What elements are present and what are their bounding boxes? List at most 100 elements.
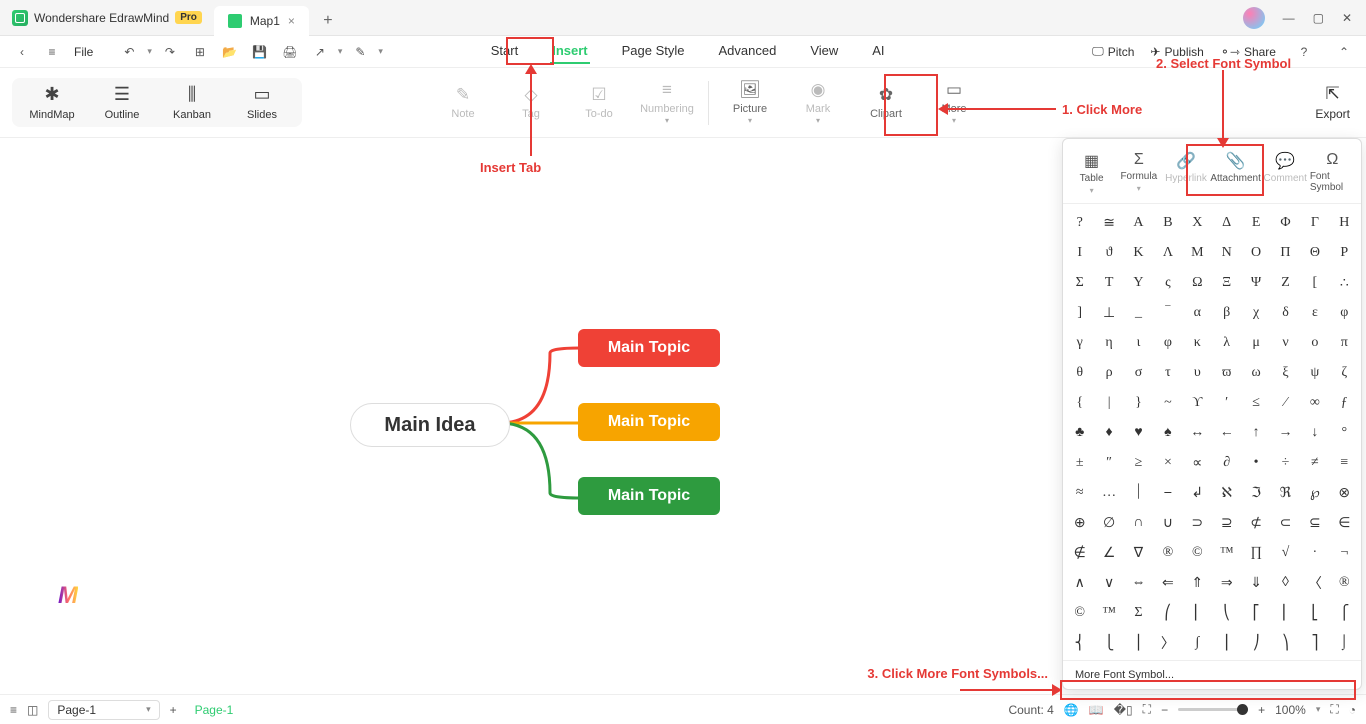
symbol-cell[interactable]: ® xyxy=(1153,538,1182,568)
symbol-cell[interactable]: ⊃ xyxy=(1183,508,1212,538)
symbol-cell[interactable]: ⎠ xyxy=(1241,628,1270,658)
symbol-cell[interactable]: α xyxy=(1183,298,1212,328)
symbol-cell[interactable]: Ι xyxy=(1065,238,1094,268)
symbol-cell[interactable]: Φ xyxy=(1271,208,1300,238)
symbol-cell[interactable]: ∫ xyxy=(1183,628,1212,658)
tab-view[interactable]: View xyxy=(808,39,840,64)
symbol-cell[interactable]: ∝ xyxy=(1183,448,1212,478)
mp-comment[interactable]: 💬Comment xyxy=(1263,147,1308,203)
page-selector[interactable]: Page-1▾ xyxy=(48,700,159,720)
symbol-cell[interactable]: φ xyxy=(1330,298,1359,328)
symbol-cell[interactable]: • xyxy=(1241,448,1270,478)
symbol-cell[interactable]: ζ xyxy=(1330,358,1359,388)
symbol-cell[interactable]: ♠ xyxy=(1153,418,1182,448)
zoom-in-icon[interactable]: + xyxy=(1258,703,1265,717)
tool-todo[interactable]: ☑To-do xyxy=(568,85,630,120)
symbol-cell[interactable]: ⎢ xyxy=(1271,598,1300,628)
symbol-cell[interactable]: ⎜ xyxy=(1183,598,1212,628)
help-icon[interactable]: ? xyxy=(1292,40,1316,64)
symbol-cell[interactable]: ÷ xyxy=(1271,448,1300,478)
symbol-cell[interactable]: · xyxy=(1300,538,1329,568)
symbol-cell[interactable]: ⎮ xyxy=(1212,628,1241,658)
symbol-cell[interactable]: ο xyxy=(1300,328,1329,358)
symbol-cell[interactable]: Α xyxy=(1124,208,1153,238)
export-q-icon[interactable]: ↗ xyxy=(308,40,332,64)
symbol-cell[interactable]: Κ xyxy=(1124,238,1153,268)
node-topic-2[interactable]: Main Topic xyxy=(578,403,720,441)
symbol-cell[interactable]: ⌡ xyxy=(1330,628,1359,658)
mp-font-symbol[interactable]: ΩFont Symbol xyxy=(1310,147,1355,203)
symbol-cell[interactable]: ν xyxy=(1271,328,1300,358)
menu-icon[interactable]: ≡ xyxy=(40,40,64,64)
symbol-cell[interactable]: Ω xyxy=(1183,268,1212,298)
symbol-cell[interactable]: ℑ xyxy=(1241,478,1270,508)
symbol-cell[interactable]: ? xyxy=(1065,208,1094,238)
symbol-cell[interactable]: Ξ xyxy=(1212,268,1241,298)
symbol-cell[interactable]: ♥ xyxy=(1124,418,1153,448)
open-icon[interactable]: 📂 xyxy=(218,40,242,64)
collapse-ribbon-icon[interactable]: ⌃ xyxy=(1332,40,1356,64)
zoom-out-icon[interactable]: − xyxy=(1161,703,1168,717)
symbol-cell[interactable]: Σ xyxy=(1124,598,1153,628)
symbol-cell[interactable]: κ xyxy=(1183,328,1212,358)
share-button[interactable]: ⚬⇾Share xyxy=(1220,45,1276,59)
symbol-cell[interactable]: ⇔ xyxy=(1124,568,1153,598)
symbol-cell[interactable]: ¬ xyxy=(1330,538,1359,568)
symbol-cell[interactable]: δ xyxy=(1271,298,1300,328)
symbol-cell[interactable]: ♦ xyxy=(1094,418,1123,448)
more-font-symbol-link[interactable]: More Font Symbol... xyxy=(1063,660,1361,689)
symbol-cell[interactable]: ⎤ xyxy=(1300,628,1329,658)
mp-table[interactable]: ▦Table xyxy=(1069,147,1114,203)
symbol-cell[interactable]: } xyxy=(1124,388,1153,418)
symbol-cell[interactable]: ∩ xyxy=(1124,508,1153,538)
view-outline[interactable]: ☰Outline xyxy=(96,84,148,121)
undo-icon[interactable]: ↶ xyxy=(117,40,141,64)
tab-start[interactable]: Start xyxy=(489,39,520,64)
symbol-cell[interactable]: ⎣ xyxy=(1300,598,1329,628)
symbol-cell[interactable]: ⊗ xyxy=(1330,478,1359,508)
symbol-cell[interactable]: ⊄ xyxy=(1241,508,1270,538)
symbol-cell[interactable]: σ xyxy=(1124,358,1153,388)
tool-numbering[interactable]: ≡Numbering xyxy=(636,80,698,125)
save-icon[interactable]: 💾 xyxy=(248,40,272,64)
tool-clipart[interactable]: ✿Clipart xyxy=(855,85,917,120)
symbol-cell[interactable]: Ο xyxy=(1241,238,1270,268)
view-fit-icon[interactable]: �▯ xyxy=(1114,703,1133,717)
symbol-cell[interactable]: τ xyxy=(1153,358,1182,388)
tool-more[interactable]: ▭More xyxy=(923,80,985,125)
symbol-cell[interactable]: ∏ xyxy=(1241,538,1270,568)
symbol-cell[interactable]: ⎝ xyxy=(1212,598,1241,628)
pitch-button[interactable]: 🖵Pitch xyxy=(1092,44,1134,59)
symbol-cell[interactable]: Γ xyxy=(1300,208,1329,238)
symbol-cell[interactable]: ~ xyxy=(1153,388,1182,418)
symbol-cell[interactable]: ϒ xyxy=(1183,388,1212,418)
mp-formula[interactable]: ΣFormula xyxy=(1116,147,1161,203)
symbol-cell[interactable]: ⎯ xyxy=(1153,478,1182,508)
symbol-cell[interactable]: ⊇ xyxy=(1212,508,1241,538)
symbol-cell[interactable]: ⊆ xyxy=(1300,508,1329,538)
fit-screen-icon[interactable]: ⛶ xyxy=(1143,702,1151,717)
symbol-cell[interactable]: Π xyxy=(1271,238,1300,268)
symbol-cell[interactable]: μ xyxy=(1241,328,1270,358)
print-icon[interactable]: 🖨 xyxy=(278,40,302,64)
symbol-cell[interactable]: ⇓ xyxy=(1241,568,1270,598)
symbol-cell[interactable]: ← xyxy=(1212,418,1241,448)
symbol-cell[interactable]: ⏐ xyxy=(1124,478,1153,508)
document-tab[interactable]: Map1 × xyxy=(214,6,309,36)
symbol-cell[interactable]: ♣ xyxy=(1065,418,1094,448)
globe-icon[interactable]: 🌐 xyxy=(1064,703,1079,717)
symbol-cell[interactable]: ∨ xyxy=(1094,568,1123,598)
symbol-cell[interactable]: ⊥ xyxy=(1094,298,1123,328)
symbol-cell[interactable]: ⇐ xyxy=(1153,568,1182,598)
symbol-cell[interactable]: ⎞ xyxy=(1271,628,1300,658)
symbol-cell[interactable]: ± xyxy=(1065,448,1094,478)
minimize-icon[interactable]: — xyxy=(1283,11,1295,25)
symbol-cell[interactable]: ω xyxy=(1241,358,1270,388)
symbol-cell[interactable]: √ xyxy=(1271,538,1300,568)
symbol-cell[interactable]: η xyxy=(1094,328,1123,358)
maximize-icon[interactable]: ▢ xyxy=(1313,11,1324,25)
tool-note[interactable]: ✎Note xyxy=(432,85,494,120)
symbol-cell[interactable]: Ν xyxy=(1212,238,1241,268)
symbol-cell[interactable]: | xyxy=(1094,388,1123,418)
symbol-cell[interactable]: ∉ xyxy=(1065,538,1094,568)
